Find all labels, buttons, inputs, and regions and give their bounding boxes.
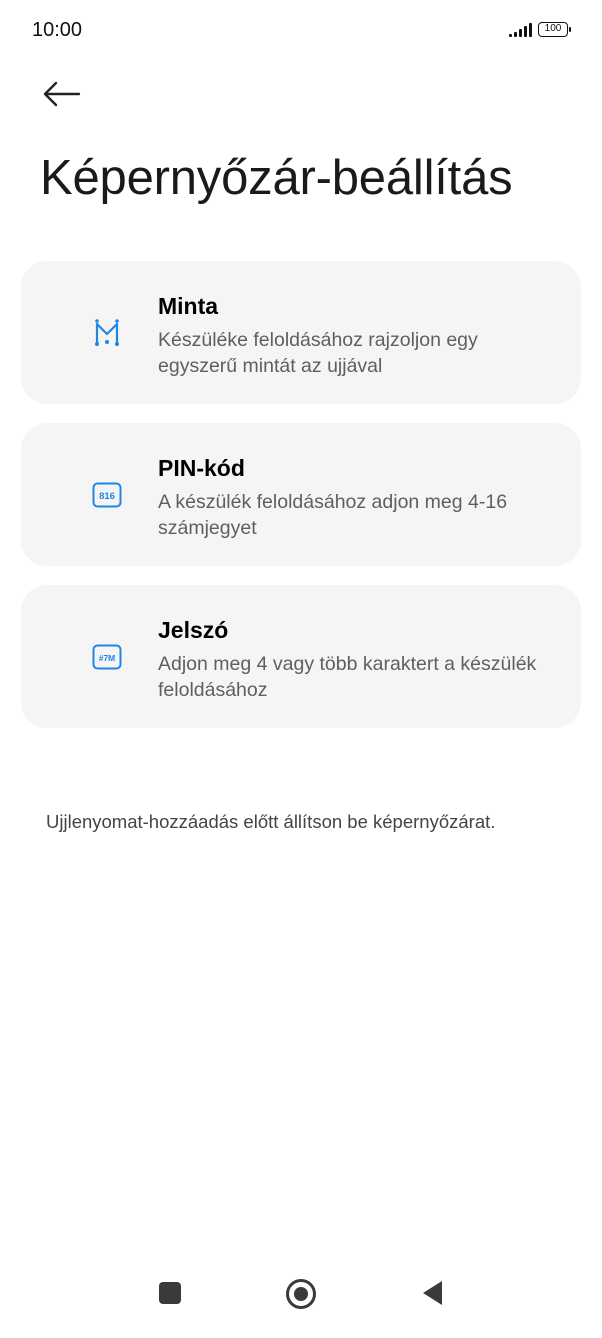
back-button[interactable]	[38, 74, 84, 114]
battery-level: 100	[544, 23, 562, 34]
signal-bars-icon	[509, 22, 532, 37]
pin-icon: 816	[91, 479, 123, 511]
square-icon[interactable]	[159, 1282, 181, 1304]
option-description: A készülék feloldásához adjon meg 4-16 s…	[158, 491, 508, 539]
option-description: Készüléke feloldásához rajzoljon egy egy…	[158, 329, 478, 377]
password-icon: #7M	[91, 641, 123, 673]
option-title: PIN-kód	[158, 455, 245, 481]
fingerprint-note: Ujjlenyomat-hozzáadás előtt állítson be …	[46, 811, 496, 832]
pin-icon-text: 816	[99, 491, 115, 502]
pattern-icon	[91, 317, 123, 349]
status-bar: 10:00 100	[0, 0, 602, 60]
option-title: Jelszó	[158, 617, 229, 643]
option-description: Adjon meg 4 vagy több karaktert a készül…	[158, 653, 537, 701]
option-password[interactable]: #7M Jelszó Adjon meg 4 vagy több karakte…	[21, 585, 581, 728]
option-pin[interactable]: 816 PIN-kód A készülék feloldásához adjo…	[21, 423, 581, 566]
screen: 10:00 100 Képernyőzár-beállítás Minta Ké…	[0, 0, 602, 1338]
status-icons: 100	[509, 22, 571, 37]
option-pattern[interactable]: Minta Készüléke feloldásához rajzoljon e…	[21, 261, 581, 404]
lock-options-list: Minta Készüléke feloldásához rajzoljon e…	[21, 261, 581, 747]
battery-icon: 100	[538, 22, 571, 37]
status-time: 10:00	[32, 19, 83, 41]
password-icon-text: #7M	[99, 653, 116, 663]
navigation-bar	[0, 1248, 602, 1338]
circle-icon[interactable]	[286, 1279, 316, 1309]
page-title: Képernyőzár-beállítás	[40, 151, 513, 205]
triangle-back-icon[interactable]	[423, 1281, 442, 1305]
option-title: Minta	[158, 293, 219, 319]
arrow-left-icon	[43, 81, 81, 107]
